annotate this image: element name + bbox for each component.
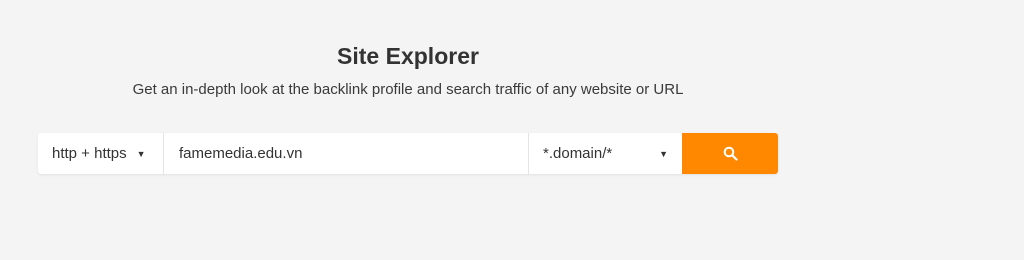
- caret-down-icon: ▼: [659, 148, 668, 159]
- protocol-select-label: http + https: [52, 145, 127, 162]
- page-title: Site Explorer: [337, 43, 479, 69]
- protocol-select[interactable]: http + https ▼: [38, 133, 164, 174]
- page-subtitle: Get an in-depth look at the backlink pro…: [132, 81, 684, 98]
- search-button[interactable]: [682, 133, 778, 174]
- caret-down-icon: ▼: [136, 148, 146, 159]
- mode-select[interactable]: *.domain/* ▼: [528, 133, 682, 174]
- search-icon: [723, 146, 738, 161]
- mode-select-label: *.domain/*: [543, 145, 613, 162]
- target-input[interactable]: [164, 133, 528, 174]
- search-bar: http + https ▼ *.domain/* ▼: [38, 133, 778, 174]
